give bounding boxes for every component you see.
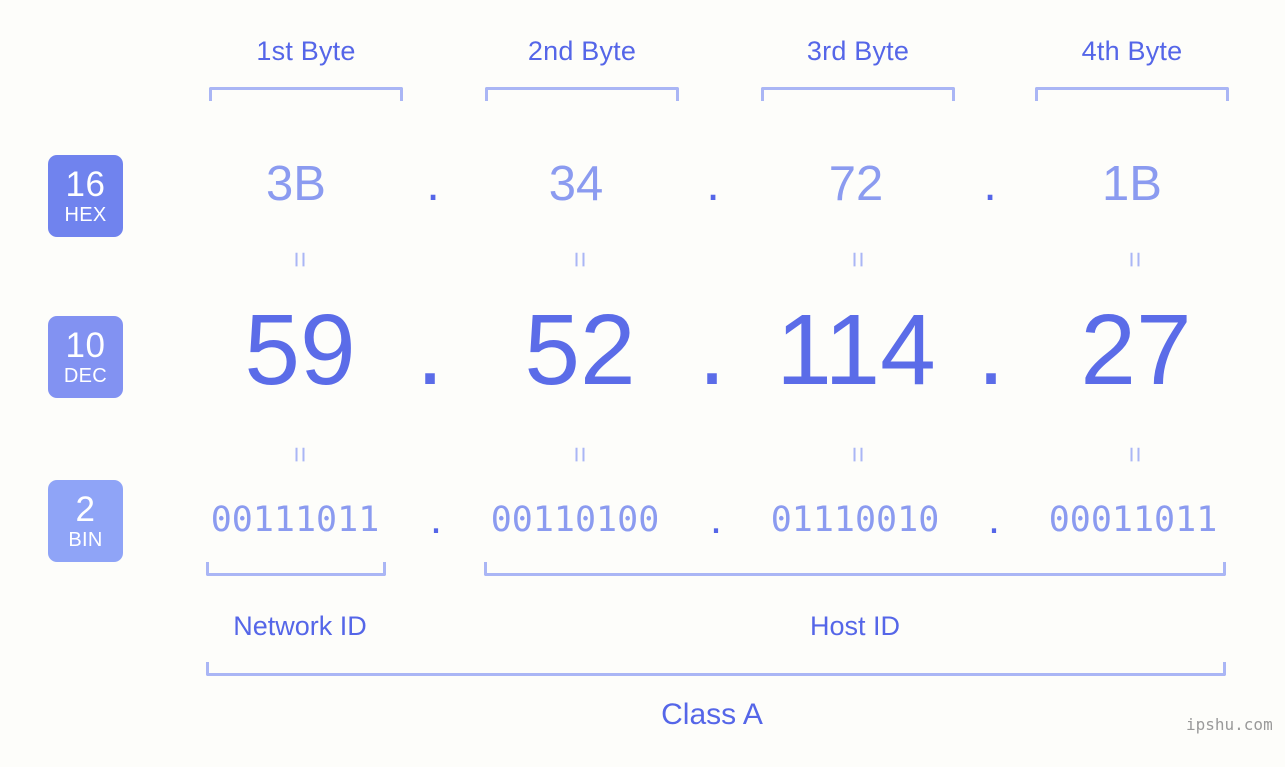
ip-address-breakdown-diagram: 1st Byte 2nd Byte 3rd Byte 4th Byte 16 H…	[0, 0, 1285, 767]
byte-header-label-3: 3rd Byte	[806, 36, 910, 66]
equals-mark-dec-bin-4: =	[1120, 446, 1151, 462]
dec-separator-1: .	[416, 294, 444, 406]
dec-separator-3: .	[977, 294, 1005, 406]
byte-bracket-2	[485, 87, 679, 101]
hex-octet-1: 3B	[266, 157, 326, 211]
badge-bin-number: 2	[75, 490, 96, 529]
bin-octet-4: 00011011	[1048, 500, 1218, 540]
bin-octet-2: 00110100	[490, 500, 660, 540]
network-id-bracket	[206, 562, 386, 576]
site-watermark: ipshu.com	[1186, 715, 1273, 734]
dec-octet-4: 27	[1080, 294, 1192, 406]
badge-bin: 2 BIN	[48, 480, 123, 562]
badge-bin-name: BIN	[68, 529, 103, 551]
bin-separator-2: .	[709, 494, 723, 543]
dec-octet-2: 52	[524, 294, 636, 406]
equals-mark-hex-dec-1: =	[285, 251, 316, 267]
badge-dec-name: DEC	[63, 365, 108, 387]
equals-mark-hex-dec-3: =	[843, 251, 874, 267]
equals-mark-dec-bin-2: =	[565, 446, 596, 462]
equals-mark-hex-dec-2: =	[565, 251, 596, 267]
host-id-label: Host ID	[809, 611, 901, 641]
equals-mark-dec-bin-1: =	[285, 446, 316, 462]
byte-bracket-4	[1035, 87, 1229, 101]
bin-octet-3: 01110010	[770, 500, 940, 540]
network-id-label: Network ID	[233, 611, 367, 641]
hex-separator-1: .	[426, 157, 440, 211]
byte-bracket-3	[761, 87, 955, 101]
hex-octet-4: 1B	[1102, 157, 1162, 211]
equals-mark-hex-dec-4: =	[1120, 251, 1151, 267]
badge-hex-name: HEX	[64, 204, 107, 226]
byte-header-label-4: 4th Byte	[1081, 36, 1183, 66]
badge-dec: 10 DEC	[48, 316, 123, 398]
byte-header-label-1: 1st Byte	[256, 36, 356, 66]
class-bracket	[206, 662, 1226, 676]
byte-bracket-1	[209, 87, 403, 101]
hex-separator-2: .	[706, 157, 720, 211]
hex-octet-3: 72	[828, 157, 884, 211]
class-label: Class A	[661, 698, 763, 731]
bin-octet-1: 00111011	[210, 500, 380, 540]
hex-separator-3: .	[983, 157, 997, 211]
byte-header-label-2: 2nd Byte	[527, 36, 637, 66]
badge-dec-number: 10	[65, 326, 106, 365]
equals-mark-dec-bin-3: =	[843, 446, 874, 462]
hex-octet-2: 34	[548, 157, 604, 211]
bin-separator-1: .	[429, 494, 443, 543]
badge-hex: 16 HEX	[48, 155, 123, 237]
dec-octet-3: 114	[776, 294, 936, 406]
dec-separator-2: .	[698, 294, 726, 406]
bin-separator-3: .	[987, 494, 1001, 543]
host-id-bracket	[484, 562, 1226, 576]
dec-octet-1: 59	[244, 294, 356, 406]
badge-hex-number: 16	[65, 165, 106, 204]
